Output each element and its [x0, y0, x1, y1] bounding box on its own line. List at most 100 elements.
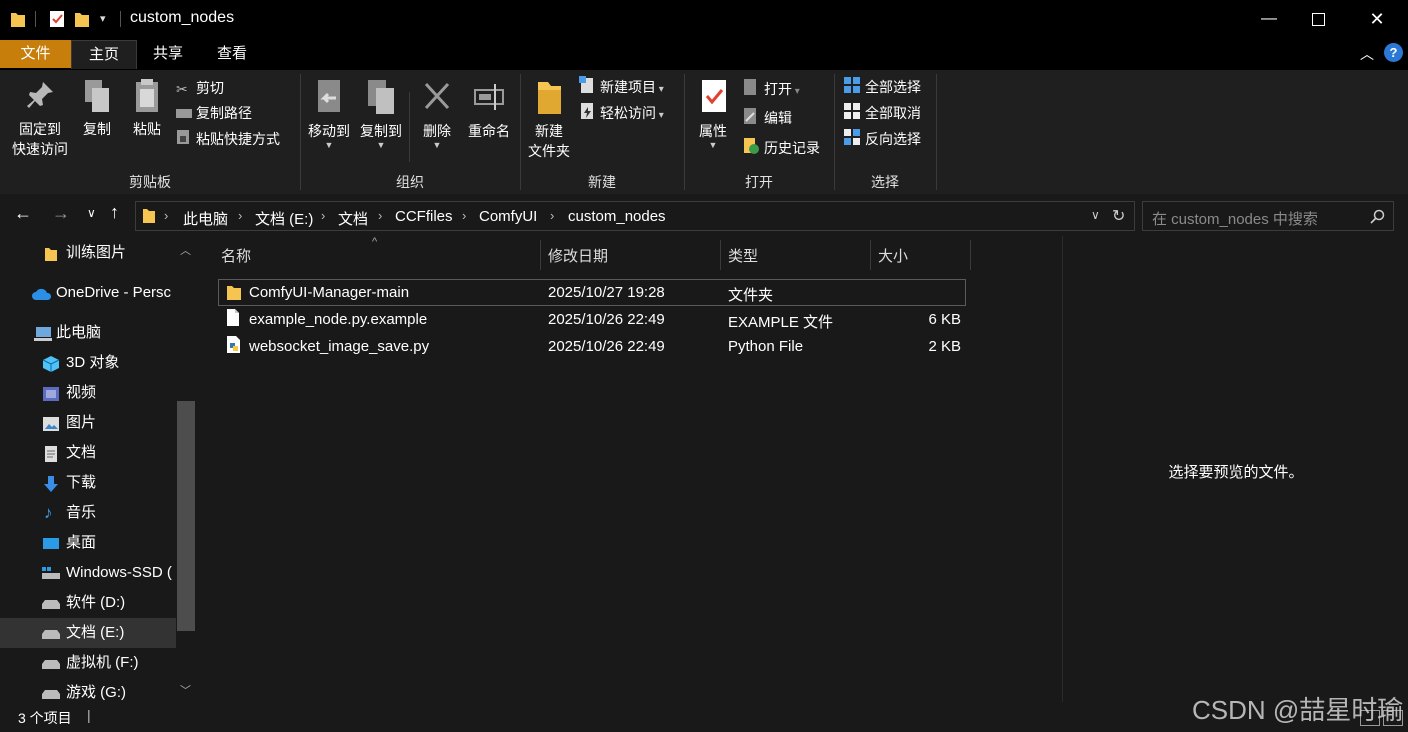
easy-access-button[interactable]: 轻松访问 ▾ — [578, 101, 664, 125]
nav-item-windows-ssd[interactable]: Windows-SSD ( — [0, 558, 176, 588]
copy-button[interactable]: 复制 — [76, 78, 118, 139]
scroll-up-icon[interactable]: ︿ — [180, 242, 191, 258]
breadcrumb-custom-nodes[interactable]: custom_nodes — [568, 208, 666, 225]
chevron-right-icon[interactable]: › — [238, 208, 242, 223]
nav-item-drive-f[interactable]: 虚拟机 (F:) — [0, 648, 176, 678]
new-folder-button[interactable]: 新建 文件夹 — [524, 78, 574, 161]
delete-button[interactable]: 删除 ▼ — [414, 78, 460, 150]
nav-item-this-pc[interactable]: 此电脑 — [0, 318, 176, 348]
forward-arrow-icon[interactable]: → — [52, 203, 70, 224]
easy-access-icon — [578, 102, 600, 127]
search-box[interactable]: 在 custom_nodes 中搜索 — [1142, 201, 1394, 231]
refresh-icon[interactable]: ↻ — [1112, 206, 1125, 226]
file-row[interactable]: example_node.py.example 2025/10/26 22:49… — [218, 307, 964, 334]
drive-icon — [42, 600, 60, 609]
file-type: 文件夹 — [728, 287, 774, 304]
collapse-ribbon-icon[interactable]: ︿ — [1360, 44, 1374, 64]
breadcrumb-this-pc[interactable]: 此电脑 — [183, 208, 228, 229]
properties-button[interactable]: 属性 ▼ — [690, 78, 736, 150]
history-button[interactable]: 历史记录 — [742, 136, 820, 160]
copy-to-button[interactable]: 复制到 ▼ — [356, 78, 406, 150]
minimize-button[interactable]: — — [1246, 0, 1292, 38]
maximize-button[interactable] — [1295, 0, 1341, 38]
column-header-type[interactable]: 类型 — [728, 244, 758, 270]
navigation-pane: 训练图片 OneDrive - Persc 此电脑 3D 对象 视频 图片 文档… — [0, 236, 198, 702]
chevron-right-icon[interactable]: › — [164, 208, 168, 223]
nav-item-3d-objects[interactable]: 3D 对象 — [0, 348, 176, 378]
pictures-icon — [43, 417, 59, 431]
edit-icon — [742, 107, 764, 132]
chevron-right-icon[interactable]: › — [378, 208, 382, 223]
rename-button[interactable]: 重命名 — [462, 78, 516, 141]
tab-file[interactable]: 文件 — [0, 40, 71, 68]
up-arrow-icon[interactable]: ↑ — [110, 202, 119, 223]
nav-item-videos[interactable]: 视频 — [0, 378, 176, 408]
videos-icon — [43, 387, 59, 401]
address-bar[interactable]: › 此电脑 › 文档 (E:) › 文档 › CCFfiles › ComfyU… — [135, 201, 1135, 231]
move-to-button[interactable]: 移动到 ▼ — [304, 78, 354, 150]
nav-item-drive-g[interactable]: 游戏 (G:) — [0, 678, 176, 702]
scroll-down-icon[interactable]: ﹀ — [180, 682, 191, 698]
nav-item-desktop[interactable]: 桌面 — [0, 528, 176, 558]
pin-icon — [27, 82, 53, 108]
onedrive-icon — [32, 288, 52, 300]
nav-item-downloads[interactable]: 下载 — [0, 468, 176, 498]
breadcrumb-comfyui[interactable]: ComfyUI — [479, 208, 537, 225]
csdn-watermark: CSDN @喆星时瑜 — [1192, 695, 1404, 725]
recent-locations-icon[interactable]: ∨ — [87, 206, 96, 220]
select-none-button[interactable]: 全部取消 — [843, 101, 921, 125]
desktop-icon — [43, 538, 59, 549]
tab-share[interactable]: 共享 — [136, 40, 200, 68]
clipboard-group-label: 剪贴板 — [129, 174, 171, 190]
column-header-name[interactable]: 名称 — [221, 244, 251, 270]
rename-icon — [474, 84, 504, 110]
address-dropdown-icon[interactable]: ∨ — [1091, 208, 1100, 222]
chevron-right-icon[interactable]: › — [462, 208, 466, 223]
edit-button[interactable]: 编辑 — [742, 106, 792, 130]
invert-selection-button[interactable]: 反向选择 — [843, 127, 921, 151]
cut-button[interactable]: ✂ 剪切 — [176, 76, 224, 100]
drive-icon — [42, 690, 60, 699]
pin-to-quick-access-button[interactable]: 固定到 快速访问 — [6, 78, 74, 159]
paste-shortcut-button[interactable]: 粘贴快捷方式 — [176, 127, 280, 151]
nav-item-training-images[interactable]: 训练图片 — [0, 238, 176, 268]
nav-scrollbar-thumb[interactable] — [177, 401, 195, 631]
breadcrumb-documents[interactable]: 文档 — [338, 208, 368, 229]
column-header-date[interactable]: 修改日期 — [548, 244, 608, 270]
nav-item-documents[interactable]: 文档 — [0, 438, 176, 468]
organize-group-label: 组织 — [396, 174, 424, 190]
tab-view[interactable]: 查看 — [200, 40, 264, 68]
properties-icon[interactable] — [48, 9, 66, 29]
breadcrumb-ccffiles[interactable]: CCFfiles — [395, 208, 453, 225]
file-row[interactable]: ComfyUI-Manager-main 2025/10/27 19:28 文件… — [218, 279, 966, 306]
new-folder-icon[interactable] — [74, 10, 90, 28]
new-item-button[interactable]: 新建项目 ▾ — [578, 75, 664, 99]
nav-item-onedrive[interactable]: OneDrive - Persc — [0, 278, 176, 308]
customize-quick-access-icon[interactable]: ▾ — [100, 12, 106, 25]
chevron-right-icon[interactable]: › — [321, 208, 325, 223]
file-row[interactable]: websocket_image_save.py 2025/10/26 22:49… — [218, 334, 964, 361]
copy-path-button[interactable]: 复制路径 — [176, 101, 252, 125]
nav-item-drive-d[interactable]: 软件 (D:) — [0, 588, 176, 618]
nav-item-drive-e[interactable]: 文档 (E:) — [0, 618, 176, 648]
search-input[interactable]: 在 custom_nodes 中搜索 — [1152, 208, 1318, 229]
ribbon: 固定到 快速访问 复制 粘贴 ✂ 剪切 复制路径 粘贴快捷方式 剪贴板 移动到 ▼… — [0, 70, 1408, 195]
nav-item-music[interactable]: ♪ 音乐 — [0, 498, 176, 528]
breadcrumb-drive-e[interactable]: 文档 (E:) — [255, 208, 313, 229]
select-all-button[interactable]: 全部选择 — [843, 75, 921, 99]
copy-icon — [85, 80, 109, 112]
open-button[interactable]: 打开 ▾ — [742, 77, 800, 101]
move-to-icon — [318, 80, 340, 112]
file-size: 6 KB — [928, 311, 961, 328]
column-header-size[interactable]: 大小 — [878, 244, 908, 270]
close-button[interactable]: ✕ — [1354, 0, 1400, 38]
back-arrow-icon[interactable]: ← — [14, 203, 32, 224]
help-icon[interactable]: ? — [1384, 43, 1403, 62]
chevron-right-icon[interactable]: › — [550, 208, 554, 223]
nav-item-pictures[interactable]: 图片 — [0, 408, 176, 438]
paste-button[interactable]: 粘贴 — [124, 78, 170, 139]
folder-icon — [143, 209, 155, 223]
copy-to-icon — [368, 80, 394, 114]
tab-home[interactable]: 主页 — [71, 40, 137, 69]
sort-ascending-icon: ^ — [372, 236, 378, 248]
